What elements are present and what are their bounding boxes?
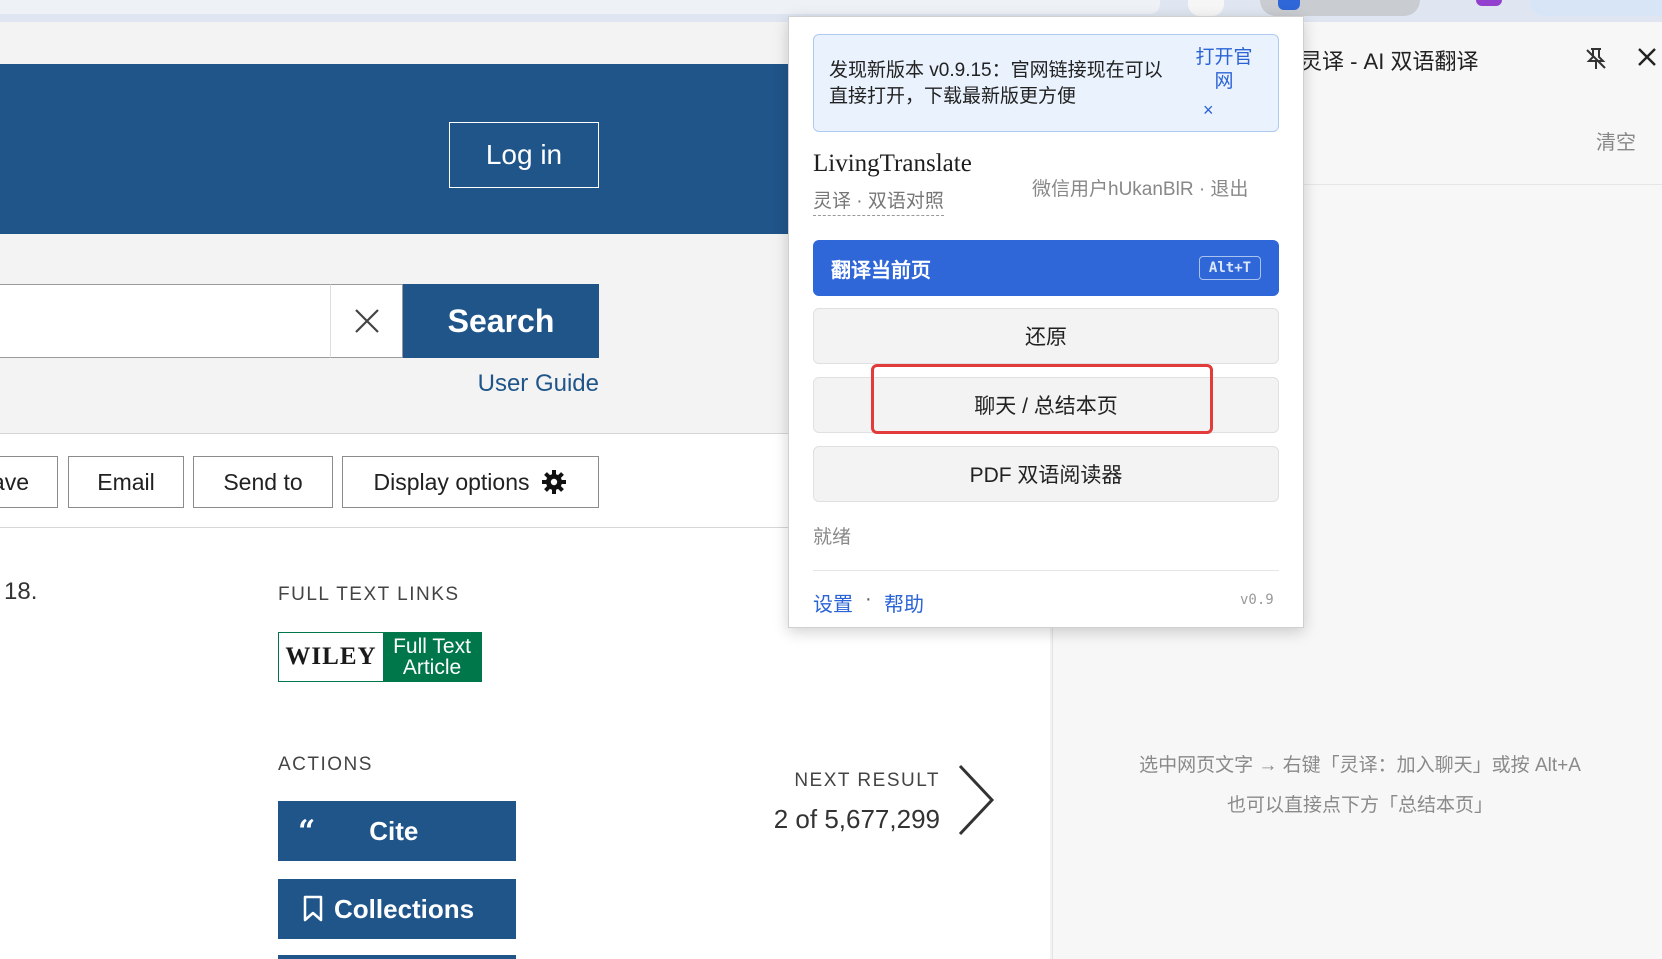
clear-chat-button[interactable]: 清空 bbox=[1596, 126, 1636, 155]
red-highlight-annotation bbox=[871, 364, 1213, 434]
next-result-heading: NEXT RESULT bbox=[794, 770, 940, 791]
email-label: Email bbox=[97, 468, 155, 495]
action-button-partial[interactable] bbox=[278, 955, 516, 959]
wiley-link-text: Full Text Article bbox=[383, 633, 481, 681]
chevron-right-icon[interactable] bbox=[956, 762, 998, 838]
side-panel-hint: 也可以直接点下方「总结本页」 bbox=[1226, 795, 1493, 816]
save-button[interactable]: ave bbox=[0, 456, 58, 508]
status-text: 就绪 bbox=[813, 527, 852, 548]
extension-button[interactable] bbox=[1188, 0, 1224, 16]
pin-icon[interactable] bbox=[1583, 46, 1609, 72]
restore-label: 还原 bbox=[1025, 326, 1067, 349]
browser-menu-area[interactable] bbox=[1530, 0, 1662, 16]
collections-label: Collections bbox=[334, 893, 475, 924]
close-icon[interactable] bbox=[1636, 46, 1658, 68]
bookmark-icon bbox=[303, 895, 323, 922]
send-to-button[interactable]: Send to bbox=[193, 456, 333, 508]
side-panel-hint: 选中网页文字 → 右键「灵译：加入聊天」或按 Alt+A bbox=[1139, 755, 1581, 776]
pdf-label: PDF 双语阅读器 bbox=[969, 464, 1123, 487]
extension-icon-blue[interactable] bbox=[1278, 0, 1300, 10]
shortcut-badge: Alt+T bbox=[1199, 256, 1261, 280]
side-panel-title: 灵译 - AI 双语翻译 bbox=[1300, 49, 1479, 74]
login-button[interactable]: Log in bbox=[449, 122, 599, 188]
help-link[interactable]: 帮助 bbox=[884, 588, 924, 617]
email-button[interactable]: Email bbox=[68, 456, 184, 508]
user-account-logout[interactable]: 微信用户hUkanBlR · 退出 bbox=[1032, 174, 1248, 201]
send-to-label: Send to bbox=[223, 468, 303, 495]
update-message: 发现新版本 v0.9.15：官网链接现在可以直接打开，下载最新版更方便 bbox=[829, 60, 1163, 107]
translate-label: 翻译当前页 bbox=[831, 259, 931, 282]
address-bar-edge[interactable] bbox=[0, 0, 1160, 14]
wiley-logo: WILEY bbox=[285, 643, 377, 670]
divider bbox=[813, 570, 1279, 571]
version-label: v0.9 bbox=[1240, 592, 1274, 608]
search-input[interactable] bbox=[0, 284, 330, 358]
brand-subtitle: 灵译 · 双语对照 bbox=[813, 186, 944, 216]
quote-icon: “ bbox=[298, 813, 316, 849]
separator-dot: · bbox=[865, 588, 872, 610]
display-options-label: Display options bbox=[373, 468, 530, 495]
cite-label: Cite bbox=[369, 815, 419, 846]
next-result-count: 2 of 5,677,299 bbox=[773, 804, 940, 834]
user-guide-link[interactable]: User Guide bbox=[470, 370, 599, 398]
cite-button[interactable]: “ Cite bbox=[278, 801, 516, 861]
actions-heading: ACTIONS bbox=[278, 754, 373, 775]
wiley-line1: Full Text bbox=[393, 635, 471, 658]
search-button[interactable]: Search bbox=[403, 284, 599, 358]
collections-button[interactable]: Collections bbox=[278, 879, 516, 939]
site-header bbox=[0, 64, 830, 234]
gear-icon bbox=[542, 470, 567, 494]
open-website-link[interactable]: 打开官网 bbox=[1194, 46, 1254, 94]
settings-link[interactable]: 设置 bbox=[813, 588, 853, 617]
close-x-icon bbox=[354, 309, 379, 333]
wiley-line2: Article bbox=[402, 656, 462, 679]
restore-button[interactable]: 还原 bbox=[813, 308, 1279, 364]
dismiss-update-button[interactable]: × bbox=[1203, 100, 1214, 121]
display-options-button[interactable]: Display options bbox=[342, 456, 599, 508]
brand-name: LivingTranslate bbox=[813, 150, 972, 177]
pdf-reader-button[interactable]: PDF 双语阅读器 bbox=[813, 446, 1279, 502]
citation-year: 18. bbox=[4, 578, 38, 605]
save-label: ave bbox=[0, 468, 29, 495]
clear-search-button[interactable] bbox=[330, 284, 403, 358]
full-text-links-heading: FULL TEXT LINKS bbox=[278, 584, 460, 605]
wiley-full-text-link[interactable]: WILEY Full Text Article bbox=[278, 632, 482, 682]
profile-avatar[interactable] bbox=[1476, 0, 1502, 6]
